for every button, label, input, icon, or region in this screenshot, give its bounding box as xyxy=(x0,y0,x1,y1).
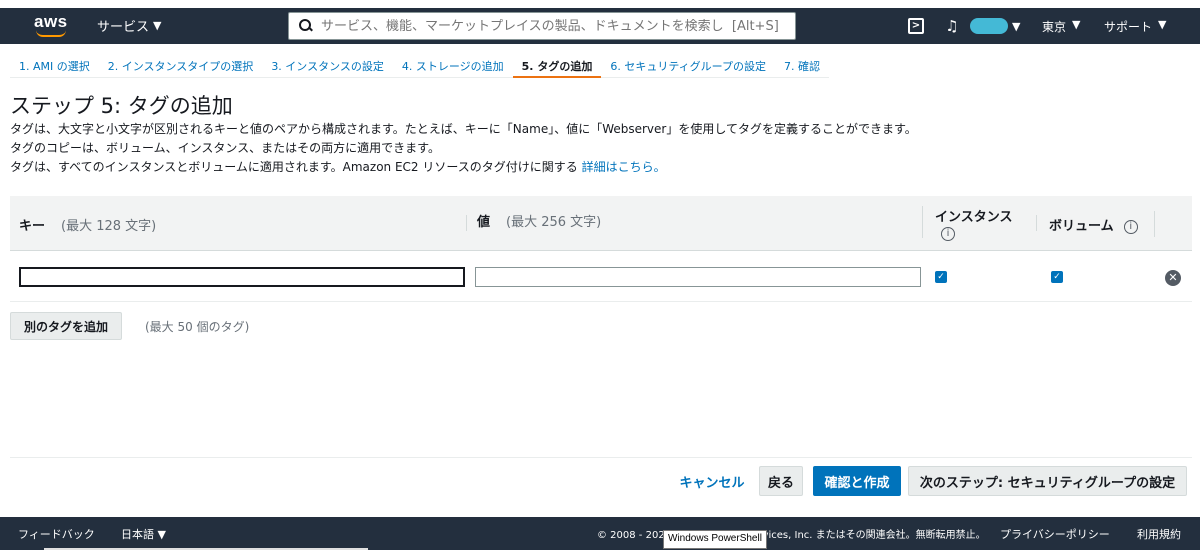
chevron-down-icon: ▼ xyxy=(157,528,166,541)
search-icon xyxy=(299,19,313,33)
copyright-text: © 2008 - 2021, Amazon Web Services, Inc.… xyxy=(597,530,986,541)
step-storage[interactable]: 4. ストレージの追加 xyxy=(393,52,513,78)
step-tags[interactable]: 5. タグの追加 xyxy=(512,52,602,78)
support-menu-button[interactable]: サポート ▼ xyxy=(1104,18,1166,35)
chevron-down-icon: ▼ xyxy=(1158,18,1167,31)
volumes-checkbox[interactable]: ✓ xyxy=(1051,271,1063,283)
search-input[interactable] xyxy=(321,18,791,34)
key-header-hint: (最大 128 文字) xyxy=(61,219,157,234)
console-footer: フィードバック 日本語 ▼ © 2008 - 2021, Amazon Web … xyxy=(0,517,1200,550)
volumes-header-label: ボリューム xyxy=(1049,219,1114,234)
bell-icon[interactable]: ♫ xyxy=(944,17,960,35)
value-header-label: 値 xyxy=(477,215,491,230)
language-selector[interactable]: 日本語 ▼ xyxy=(121,526,166,542)
column-divider xyxy=(1154,211,1155,237)
column-header-value: 値 (最大 256 文字) xyxy=(466,215,601,231)
actions-divider xyxy=(10,457,1192,458)
taskbar-tooltip: Windows PowerShell xyxy=(663,530,767,549)
top-navbar: aws サービス ▼ > ♫ ▼ 東京 ▼ サポート ▼ xyxy=(0,8,1200,44)
account-menu-button[interactable]: ▼ xyxy=(970,18,1020,34)
chevron-down-icon: ▼ xyxy=(1072,18,1081,31)
global-search[interactable] xyxy=(288,12,796,40)
info-icon[interactable]: i xyxy=(941,227,955,241)
description-line-1: タグは、大文字と小文字が区別されるキーと値のペアから構成されます。たとえば、キー… xyxy=(10,122,917,136)
cancel-button[interactable]: キャンセル xyxy=(673,466,751,496)
step-review[interactable]: 7. 確認 xyxy=(775,52,829,78)
page-title: ステップ 5: タグの追加 xyxy=(10,94,233,118)
step-ami[interactable]: 1. AMI の選択 xyxy=(10,52,99,78)
description-line-2: タグのコピーは、ボリューム、インスタンス、またはその両方に適用できます。 xyxy=(10,141,440,155)
tag-key-input[interactable] xyxy=(19,267,465,287)
value-header-hint: (最大 256 文字) xyxy=(506,215,602,230)
tag-value-input[interactable] xyxy=(475,267,921,287)
step-instance-type[interactable]: 2. インスタンスタイプの選択 xyxy=(99,52,263,78)
add-tag-hint: (最大 50 個のタグ) xyxy=(145,320,250,334)
column-header-instances: インスタンス i xyxy=(922,206,1036,241)
review-and-launch-button[interactable]: 確認と作成 xyxy=(813,466,901,496)
step-instance-config[interactable]: 3. インスタンスの設定 xyxy=(262,52,393,78)
aws-logo-text: aws xyxy=(34,12,68,31)
instances-checkbox[interactable]: ✓ xyxy=(935,271,947,283)
chevron-down-icon: ▼ xyxy=(1012,19,1021,33)
column-header-volumes: ボリューム i xyxy=(1036,215,1154,234)
chevron-down-icon: ▼ xyxy=(153,19,162,32)
wizard-steps: 1. AMI の選択 2. インスタンスタイプの選択 3. インスタンスの設定 … xyxy=(10,52,829,78)
back-button[interactable]: 戻る xyxy=(759,466,803,496)
key-header-label: キー xyxy=(19,219,46,234)
info-icon[interactable]: i xyxy=(1123,219,1138,234)
services-menu-button[interactable]: サービス ▼ xyxy=(97,16,161,35)
aws-smile-icon xyxy=(36,30,66,37)
instances-header-label: インスタンス xyxy=(935,210,1013,225)
learn-more-link[interactable]: 詳細はこちら。 xyxy=(582,160,666,174)
column-header-key: キー (最大 128 文字) xyxy=(19,215,156,234)
remove-tag-icon[interactable]: ✕ xyxy=(1165,270,1181,286)
region-label: 東京 xyxy=(1042,20,1067,34)
next-step-button[interactable]: 次のステップ: セキュリティグループの設定 xyxy=(908,466,1187,496)
services-label: サービス xyxy=(97,20,150,35)
language-label: 日本語 xyxy=(121,528,154,541)
terms-link[interactable]: 利用規約 xyxy=(1137,526,1181,542)
cloudshell-icon[interactable]: > xyxy=(908,18,924,34)
top-strip xyxy=(0,0,1200,8)
add-tag-button[interactable]: 別のタグを追加 xyxy=(10,312,122,340)
description-line-3-text: タグは、すべてのインスタンスとボリュームに適用されます。Amazon EC2 リ… xyxy=(10,160,582,174)
description-line-3: タグは、すべてのインスタンスとボリュームに適用されます。Amazon EC2 リ… xyxy=(10,158,666,175)
aws-logo[interactable]: aws xyxy=(32,10,72,40)
tags-table-header: キー (最大 128 文字) 値 (最大 256 文字) インスタンス i ボリュー… xyxy=(10,196,1192,251)
support-label: サポート xyxy=(1104,20,1153,34)
feedback-link[interactable]: フィードバック xyxy=(18,526,95,542)
region-menu-button[interactable]: 東京 ▼ xyxy=(1042,18,1080,35)
privacy-policy-link[interactable]: プライバシーポリシー xyxy=(1000,526,1110,542)
step-security-group[interactable]: 6. セキュリティグループの設定 xyxy=(601,52,775,78)
account-name-redacted xyxy=(970,18,1008,34)
table-row: ✓ ✓ ✕ xyxy=(10,252,1192,302)
